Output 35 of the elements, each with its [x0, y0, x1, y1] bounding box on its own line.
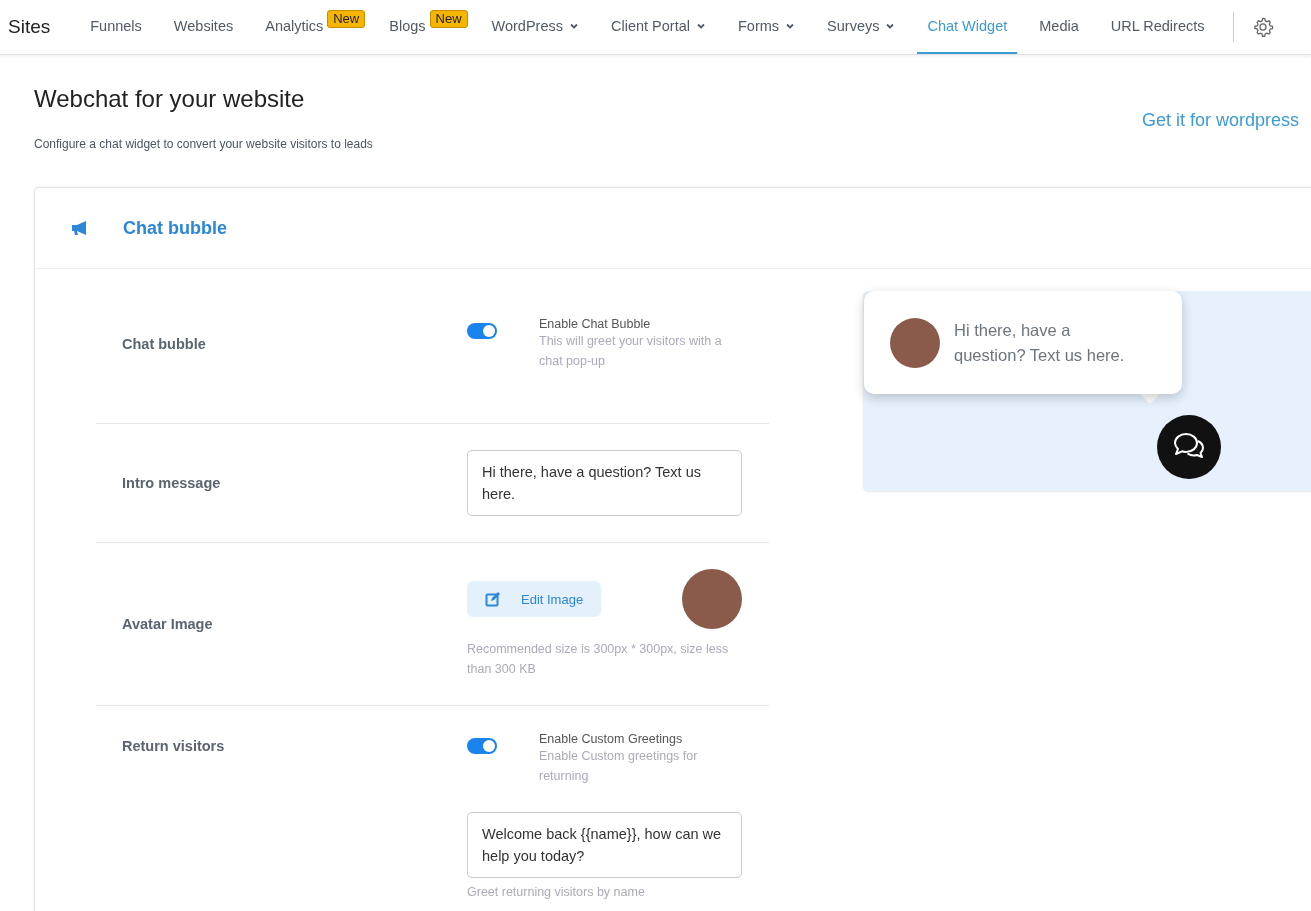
- message-field[interactable]: Welcome back {{name}}, how can we help you today?: [467, 812, 742, 878]
- page-title: Webchat for your website: [34, 85, 306, 113]
- page-subtitle: Configure a chat widget to convert your website visitors to leads: [34, 137, 373, 151]
- card-title: Chat bubble: [123, 217, 227, 239]
- nav-tab[interactable]: URL Redirects: [1100, 0, 1215, 54]
- avatar-image: [682, 569, 742, 629]
- settings-icon[interactable]: [1251, 16, 1274, 38]
- nav-tab[interactable]: Analytics New: [255, 0, 374, 54]
- brand-title: Sites: [8, 16, 51, 38]
- toggle-switch[interactable]: [467, 738, 497, 754]
- nav-tab[interactable]: WordPress: [481, 0, 589, 54]
- toggle-switch[interactable]: [467, 323, 497, 339]
- new-badge: New: [327, 10, 366, 28]
- nav-tab[interactable]: Websites: [163, 0, 244, 54]
- setting-label: Chat bubble: [121, 336, 207, 352]
- toggle-description: Enable Custom greetings for returning: [539, 748, 699, 785]
- field-hint: Greet returning visitors by name: [467, 884, 646, 901]
- toggle-title: Enable Chat Bubble: [539, 317, 652, 331]
- edit-icon: [485, 591, 501, 607]
- setting-label: Return visitors: [121, 737, 226, 754]
- nav-tab[interactable]: Media: [1029, 0, 1089, 54]
- nav-tab[interactable]: Forms: [727, 0, 806, 54]
- nav-tab[interactable]: Client Portal: [601, 0, 716, 54]
- nav-tab[interactable]: Surveys: [817, 0, 906, 54]
- avatar-image: [890, 317, 940, 368]
- toggle-description: This will greet your visitors with a chat pop-up: [539, 333, 723, 370]
- toggle-title: Enable Custom Greetings: [539, 732, 684, 746]
- nav-tab[interactable]: Blogs New: [379, 0, 476, 54]
- message-field[interactable]: Hi there, have a question? Text us here.: [467, 450, 742, 516]
- setting-label: Avatar Image: [121, 616, 214, 632]
- bubble-message: Hi there, have a question? Text us here.: [954, 319, 1126, 366]
- new-badge: New: [429, 10, 468, 28]
- image-size-hint: Recommended size is 300px * 300px, size less than 300 KB: [467, 641, 730, 678]
- setting-label: Intro message: [121, 475, 222, 491]
- nav-tab[interactable]: Funnels: [80, 0, 152, 54]
